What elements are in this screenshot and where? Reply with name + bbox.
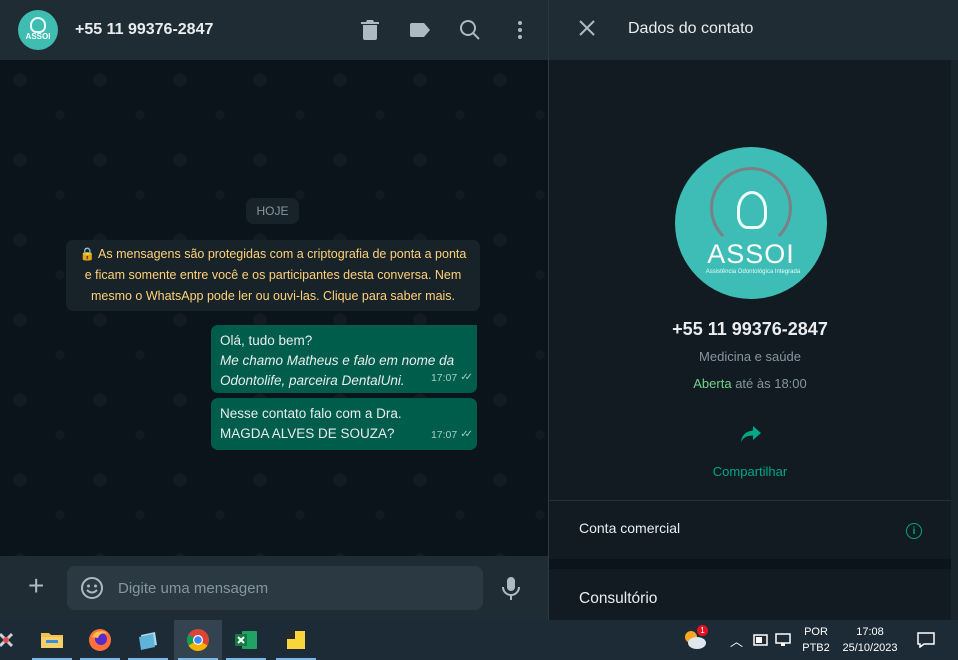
double-check-icon: ✓✓ [460, 372, 473, 383]
clock-date: 25/10/2023 [842, 642, 898, 654]
sticky-notes-icon[interactable] [272, 620, 320, 660]
message-time: 17:07 [430, 429, 458, 441]
contact-header: Dados do contato [549, 0, 958, 60]
chrome-icon[interactable] [174, 620, 222, 660]
office-section-title: Consultório [579, 590, 658, 607]
tray-expand-chevron-icon[interactable]: ︿ [730, 631, 743, 650]
office-section: Consultório [549, 569, 951, 620]
whatsapp-window: ASSOI +55 11 99376-2847 HOJE 🔒 As mensag… [0, 0, 958, 620]
message-bubble[interactable]: Nesse contato falo com a Dra. MAGDA ALVE… [211, 398, 477, 450]
menu-dots-icon[interactable] [508, 18, 532, 42]
attach-plus-icon[interactable]: + [28, 572, 44, 600]
search-icon[interactable] [458, 18, 482, 42]
logo-brand: ASSOI [707, 239, 795, 269]
label-icon[interactable] [408, 18, 432, 42]
contact-avatar[interactable]: ASSOI [18, 10, 58, 50]
contact-phone: +55 11 99376-2847 [672, 319, 828, 339]
chat-pane: ASSOI +55 11 99376-2847 HOJE 🔒 As mensag… [0, 0, 548, 620]
network-icon[interactable] [775, 633, 791, 647]
scrollbar[interactable] [951, 60, 958, 620]
business-hours[interactable]: Aberta até às 18:00 [549, 376, 951, 391]
tooth-icon [737, 191, 767, 229]
file-explorer-icon[interactable] [28, 620, 76, 660]
info-icon[interactable]: i [906, 523, 922, 539]
emoji-icon[interactable] [80, 576, 104, 600]
weather-notification-icon[interactable]: 1 [682, 625, 708, 653]
language-code: POR [804, 626, 828, 638]
firefox-icon[interactable] [76, 620, 124, 660]
clock[interactable]: 17:08 25/10/2023 [839, 624, 901, 656]
header-actions [358, 18, 532, 42]
close-icon[interactable] [577, 18, 597, 38]
hours-text: até às 18:00 [735, 376, 807, 391]
business-account-label: Conta comercial [579, 520, 681, 536]
logo-subtitle: Assistência Odontológica Integrada [705, 269, 801, 275]
notes-app-icon[interactable] [124, 620, 172, 660]
open-status: Aberta [693, 376, 732, 391]
date-chip: HOJE [246, 198, 299, 224]
lock-icon: 🔒 [79, 247, 96, 261]
keyboard-layout: PTB2 [802, 642, 830, 654]
contact-avatar-large[interactable]: ASSOI Assistência Odontológica Integrada [675, 147, 827, 299]
profile-card: ASSOI Assistência Odontológica Integrada… [549, 60, 951, 500]
system-tray: 1 ︿ POR PTB2 17:08 25/10/2023 [682, 620, 935, 660]
message-placeholder: Digite uma mensagem [118, 579, 269, 597]
share-icon[interactable] [740, 424, 762, 444]
message-time: 17:07 [430, 372, 458, 384]
business-category: Medicina e saúde [699, 349, 801, 364]
chat-header[interactable]: ASSOI +55 11 99376-2847 [0, 0, 548, 60]
notification-center-icon[interactable] [917, 632, 935, 648]
share-button[interactable]: Compartilhar [549, 464, 951, 479]
avatar-text: ASSOI [25, 32, 51, 41]
encryption-notice[interactable]: 🔒 As mensagens são protegidas com a crip… [66, 240, 480, 311]
composer: + Digite uma mensagem [0, 556, 548, 620]
excel-icon[interactable] [222, 620, 270, 660]
delete-icon[interactable] [358, 18, 382, 42]
message-text: Nesse contato falo com a Dra. MAGDA ALVE… [220, 406, 402, 441]
microphone-icon[interactable] [500, 576, 522, 600]
language-indicator[interactable]: POR PTB2 [801, 624, 831, 656]
taskbar: 1 ︿ POR PTB2 17:08 25/10/2023 [0, 620, 958, 660]
message-text: Olá, tudo bem? [220, 333, 313, 348]
chat-title[interactable]: +55 11 99376-2847 [75, 21, 358, 39]
notification-badge: 1 [697, 625, 708, 636]
tooth-icon [30, 17, 46, 33]
contact-info-pane: Dados do contato ASSOI Assistência Odont… [548, 0, 958, 620]
section-gap [549, 559, 951, 569]
clock-time: 17:08 [856, 626, 884, 638]
message-meta: 17:07 ✓✓ [430, 368, 473, 388]
battery-cloud-icon[interactable] [753, 633, 769, 647]
encryption-text: As mensagens são protegidas com a cripto… [84, 247, 467, 303]
message-list[interactable]: HOJE 🔒 As mensagens são protegidas com a… [0, 60, 548, 556]
double-check-icon: ✓✓ [460, 429, 473, 440]
business-account-row[interactable]: Conta comercial i [549, 501, 951, 559]
message-bubble[interactable]: Olá, tudo bem? Me chamo Matheus e falo e… [211, 325, 477, 393]
pinned-app-icon[interactable] [0, 620, 30, 660]
message-input[interactable]: Digite uma mensagem [67, 566, 483, 610]
contact-title: Dados do contato [628, 20, 754, 37]
message-text: Me chamo Matheus e falo em nome da Odont… [220, 353, 455, 388]
message-meta: 17:07 ✓✓ [430, 425, 473, 445]
